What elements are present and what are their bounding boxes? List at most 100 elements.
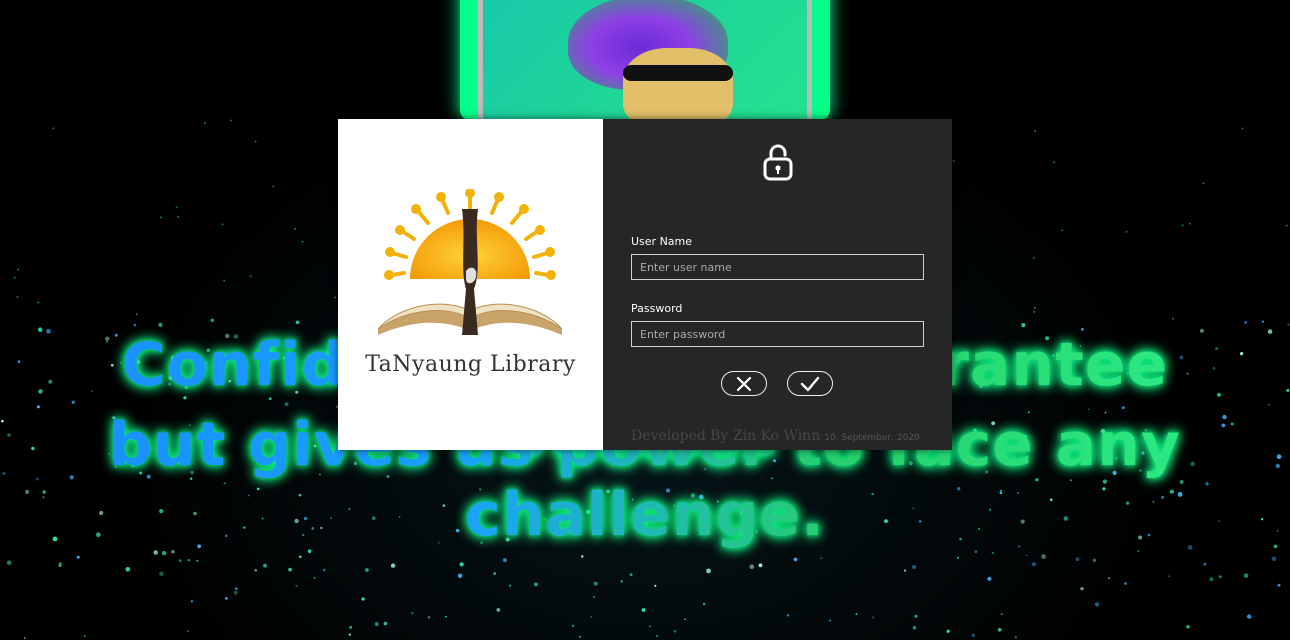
- login-button[interactable]: [787, 371, 833, 396]
- developer-credit: Developed By Zin Ko Winn 10, September, 2…: [631, 427, 931, 445]
- sparkle-dot: [1108, 577, 1110, 579]
- sparkle-dot: [161, 550, 167, 556]
- sparkle-dot: [221, 223, 224, 226]
- sparkle-dot: [411, 612, 414, 615]
- sparkle-dot: [706, 568, 711, 574]
- sparkle-dot: [684, 618, 686, 621]
- sparkle-dot: [987, 576, 992, 581]
- sparkle-dot: [656, 635, 658, 637]
- sparkle-dot: [629, 573, 633, 577]
- sparkle-dot: [301, 240, 304, 243]
- library-name: TaNyaung Library: [365, 352, 576, 377]
- library-logo-icon: [377, 189, 563, 335]
- sparkle-dot: [572, 624, 575, 627]
- sparkle-dot: [159, 571, 164, 576]
- sparkle-dot: [272, 185, 275, 188]
- sparkle-dot: [1271, 556, 1277, 562]
- sparkle-dot: [997, 628, 1002, 632]
- sparkle-dot: [1033, 310, 1036, 313]
- sparkle-dot: [383, 621, 388, 626]
- portrait-image: [460, 0, 830, 120]
- sparkle-dot: [223, 279, 226, 282]
- sparkle-dot: [233, 590, 238, 595]
- sparkle-dot: [912, 625, 917, 630]
- sparkle-dot: [1124, 582, 1127, 585]
- sparkle-dot: [952, 160, 955, 162]
- sparkle-dot: [749, 564, 755, 569]
- sparkle-dot: [1092, 558, 1097, 562]
- sparkle-dot: [225, 597, 228, 600]
- sparkle-dot: [502, 558, 507, 563]
- sparkle-dot: [230, 119, 232, 122]
- sparkle-dot: [1261, 320, 1264, 323]
- sparkle-dot: [758, 563, 763, 568]
- unlock-icon: [763, 144, 793, 181]
- sparkle-dot: [1203, 562, 1207, 566]
- password-label: Password: [631, 302, 683, 315]
- sparkle-dot: [593, 596, 595, 598]
- sparkle-dot: [1014, 636, 1017, 639]
- sparkle-dot: [702, 602, 706, 606]
- sparkle-dot: [1075, 557, 1080, 561]
- sparkle-dot: [23, 637, 26, 639]
- sparkle-dot: [263, 563, 267, 568]
- sparkle-dot: [820, 557, 823, 560]
- sparkle-dot: [1243, 573, 1249, 578]
- password-input[interactable]: [631, 321, 924, 347]
- sparkle-dot: [299, 555, 302, 559]
- sparkle-dot: [912, 565, 917, 569]
- sparkle-dot: [361, 597, 365, 601]
- sparkle-dot: [17, 268, 20, 271]
- sparkle-dot: [946, 629, 950, 633]
- sparkle-dot: [249, 275, 252, 278]
- sparkle-dot: [1031, 562, 1037, 567]
- sparkle-dot: [294, 227, 296, 230]
- desktop-background: Confidence doesn't guarantee success but…: [0, 0, 1290, 640]
- sparkle-dot: [593, 581, 598, 586]
- sparkle-dot: [1034, 307, 1036, 309]
- credit-date: 10, September, 2020: [824, 433, 920, 443]
- sparkle-dot: [793, 557, 798, 562]
- sparkle-dot: [1244, 321, 1248, 324]
- sparkle-dot: [52, 127, 55, 130]
- username-label: User Name: [631, 235, 693, 248]
- sparkle-dot: [125, 567, 131, 572]
- sparkle-dot: [1168, 575, 1170, 578]
- sparkle-dot: [171, 550, 175, 554]
- sparkle-dot: [1241, 127, 1244, 130]
- sparkle-dot: [1032, 257, 1035, 259]
- logo-panel: TaNyaung Library: [338, 119, 603, 450]
- sparkle-dot: [654, 584, 657, 587]
- sparkle-dot: [1034, 130, 1037, 133]
- sparkle-dot: [581, 555, 584, 558]
- sparkle-dot: [187, 630, 189, 633]
- sparkle-dot: [971, 633, 975, 637]
- sparkle-dot: [374, 622, 379, 627]
- login-dialog: TaNyaung Library User Name Password: [338, 119, 952, 450]
- sparkle-dot: [427, 616, 431, 619]
- cancel-button[interactable]: [721, 371, 767, 396]
- sparkle-dot: [13, 276, 16, 279]
- sparkle-dot: [590, 615, 593, 618]
- sparkle-dot: [153, 550, 158, 555]
- sparkle-dot: [457, 573, 463, 579]
- sparkle-dot: [178, 559, 182, 562]
- username-input[interactable]: [631, 254, 924, 280]
- sparkle-dot: [37, 301, 40, 304]
- credit-developer: Developed By Zin Ko Winn: [631, 428, 821, 444]
- login-form-panel: User Name Password Developed By Zin Ko W…: [603, 119, 952, 450]
- sparkle-dot: [295, 584, 298, 587]
- sparkle-dot: [974, 550, 978, 554]
- sparkle-dot: [288, 567, 292, 572]
- sparkle-dot: [1218, 575, 1222, 579]
- sparkle-dot: [872, 616, 875, 619]
- sparkle-dot: [1188, 222, 1191, 225]
- sparkle-dot: [786, 614, 790, 617]
- sparkle-dot: [349, 625, 353, 629]
- sparkle-dot: [1053, 161, 1056, 164]
- sparkle-dot: [1186, 624, 1190, 629]
- sparkle-dot: [1080, 587, 1084, 591]
- sparkle-dot: [323, 568, 326, 572]
- sparkle-dot: [390, 563, 396, 568]
- sparkle-dot: [254, 140, 257, 143]
